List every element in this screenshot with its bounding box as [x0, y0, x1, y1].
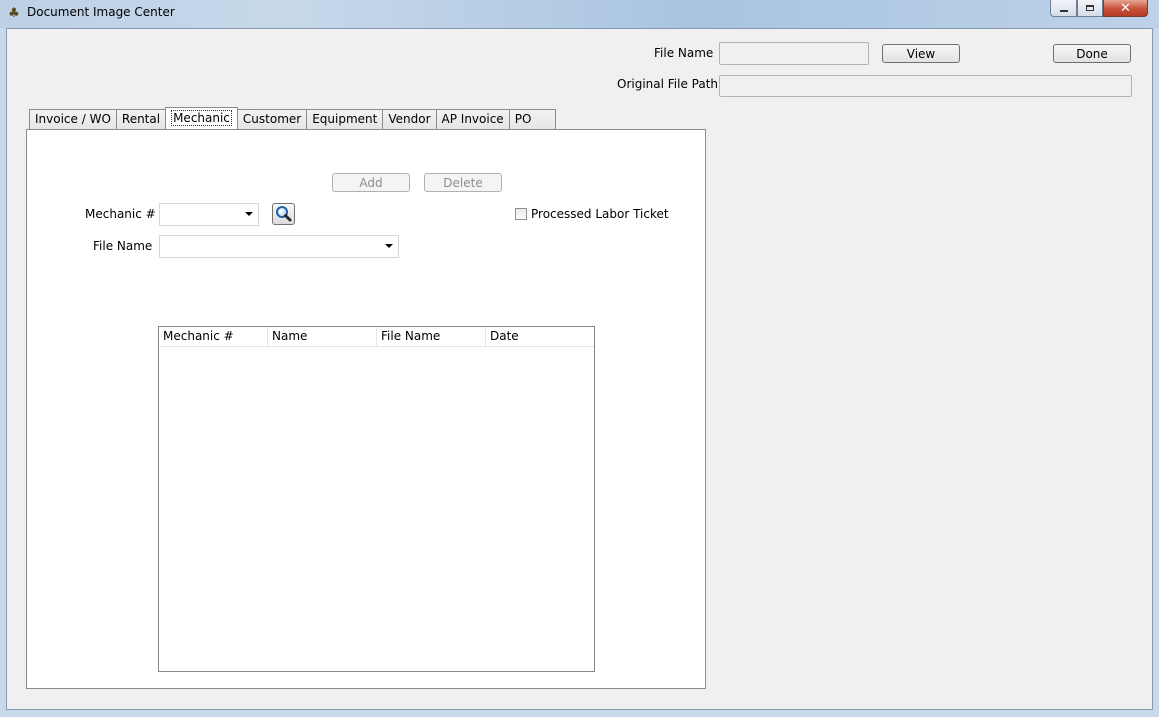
tab-invoice-wo[interactable]: Invoice / WO	[29, 109, 117, 129]
view-button[interactable]: View	[882, 44, 960, 63]
tab-vendor[interactable]: Vendor	[382, 109, 437, 129]
file-name-label: File Name	[93, 239, 153, 253]
tab-label: Customer	[242, 112, 302, 126]
tab-label: AP Invoice	[441, 112, 504, 126]
window-controls: ✕	[1050, 0, 1150, 18]
main-window: File Name View Done Original File Path I…	[6, 28, 1153, 710]
column-header-date[interactable]: Date	[486, 327, 594, 346]
file-name-combo[interactable]	[159, 235, 399, 258]
done-button[interactable]: Done	[1053, 44, 1131, 63]
chevron-down-icon	[245, 212, 253, 216]
maximize-icon	[1086, 5, 1094, 11]
original-file-path-label: Original File Path	[617, 77, 719, 91]
app-icon: ♣	[8, 6, 20, 21]
tab-mechanic[interactable]: Mechanic	[165, 107, 238, 129]
tab-po[interactable]: PO	[508, 109, 556, 129]
column-header-file-name[interactable]: File Name	[377, 327, 486, 346]
tab-label: Vendor	[388, 112, 431, 126]
title-bar: ♣ Document Image Center ✕	[0, 0, 1159, 28]
maximize-button[interactable]	[1077, 0, 1103, 17]
file-name-field[interactable]	[719, 42, 869, 65]
chevron-down-icon	[385, 244, 393, 248]
original-file-path-field[interactable]	[719, 75, 1132, 97]
add-button[interactable]: Add	[332, 173, 410, 192]
minimize-icon	[1059, 9, 1068, 12]
tab-label: Mechanic	[171, 110, 232, 126]
close-button[interactable]: ✕	[1103, 0, 1148, 17]
mechanic-number-combo[interactable]	[159, 203, 259, 226]
delete-button[interactable]: Delete	[424, 173, 502, 192]
tab-customer[interactable]: Customer	[236, 109, 308, 129]
mechanic-tab-panel: Add Delete Mechanic # Processed Labor Ti…	[26, 129, 706, 689]
window-title: Document Image Center	[27, 5, 175, 19]
tab-rental[interactable]: Rental	[115, 109, 167, 129]
grid-header: Mechanic # Name File Name Date	[159, 327, 594, 347]
tab-label: Rental	[121, 112, 161, 126]
mechanic-number-label: Mechanic #	[85, 207, 156, 221]
processed-labor-ticket-label: Processed Labor Ticket	[531, 207, 669, 221]
minimize-button[interactable]	[1050, 0, 1077, 17]
mechanic-files-grid[interactable]: Mechanic # Name File Name Date	[158, 326, 595, 672]
tab-label: Equipment	[312, 112, 378, 126]
column-header-mechanic-number[interactable]: Mechanic #	[159, 327, 268, 346]
column-header-name[interactable]: Name	[268, 327, 377, 346]
tab-label: Invoice / WO	[35, 112, 111, 126]
mechanic-lookup-button[interactable]	[272, 203, 295, 225]
search-icon	[276, 206, 292, 222]
tab-equipment[interactable]: Equipment	[306, 109, 384, 129]
processed-labor-ticket-checkbox[interactable]	[515, 208, 527, 220]
file-name-label: File Name	[654, 46, 714, 60]
close-icon: ✕	[1120, 0, 1131, 16]
tab-label: PO	[514, 112, 532, 126]
tab-strip: Invoice / WO Rental Mechanic Customer Eq…	[29, 107, 556, 129]
tab-ap-invoice[interactable]: AP Invoice	[435, 109, 510, 129]
